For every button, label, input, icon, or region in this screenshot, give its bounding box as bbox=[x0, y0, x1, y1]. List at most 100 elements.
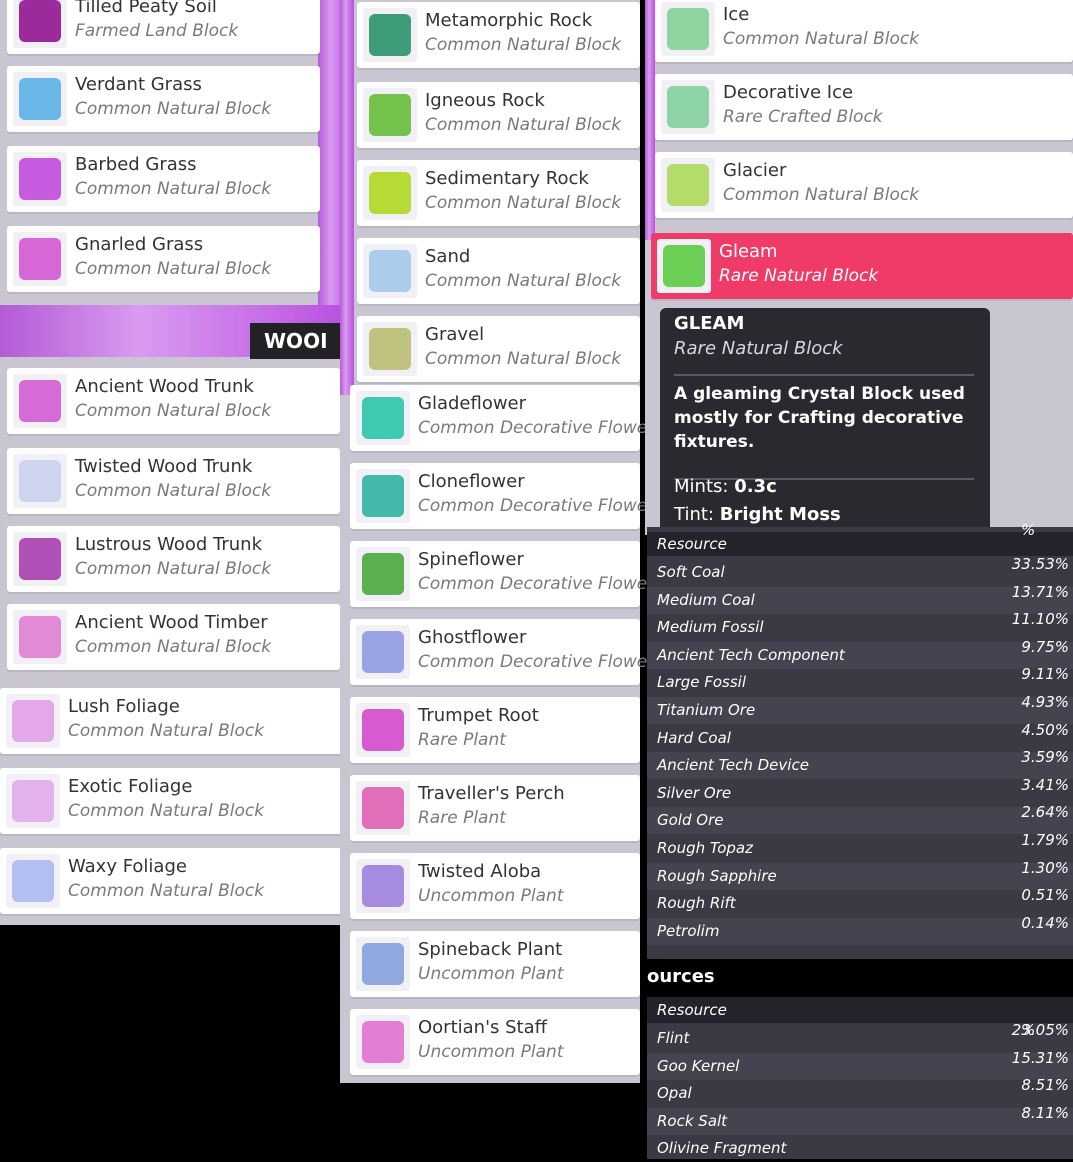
block-subtitle: Farmed Land Block bbox=[75, 21, 239, 41]
resource-table-2: Resource % Flint 23.05% Goo Kernel 15.31% Op… bbox=[647, 997, 1073, 1159]
block-cube-icon bbox=[362, 865, 404, 907]
block-name: Ancient Wood Timber bbox=[75, 612, 268, 633]
block-subtitle: Common Decorative Flowe bbox=[418, 652, 648, 672]
block-subtitle: Common Natural Block bbox=[75, 259, 272, 279]
block-list-item[interactable]: Trumpet Root Rare Plant bbox=[350, 697, 640, 763]
block-cube-icon bbox=[667, 164, 709, 206]
resource-name: Titanium Ore bbox=[657, 701, 756, 719]
block-list-item[interactable]: Ancient Wood Trunk Common Natural Block bbox=[7, 368, 340, 434]
block-list-item[interactable]: Gladeflower Common Decorative Flowe bbox=[350, 385, 647, 451]
block-thumbnail-icon bbox=[13, 454, 67, 508]
category-tab-wood[interactable]: WOOI bbox=[250, 323, 340, 359]
block-thumbnail-icon bbox=[356, 1015, 410, 1069]
block-list-item[interactable]: Gravel Common Natural Block bbox=[357, 316, 640, 382]
block-list-item[interactable]: Ice Common Natural Block bbox=[655, 0, 1073, 62]
block-list-item[interactable]: Gleam Rare Natural Block bbox=[651, 233, 1073, 299]
block-thumbnail-icon bbox=[356, 469, 410, 523]
block-list-item[interactable]: Lush Foliage Common Natural Block bbox=[0, 688, 346, 754]
block-cube-icon bbox=[369, 250, 411, 292]
block-cube-icon bbox=[667, 8, 709, 50]
block-list-item[interactable]: Sand Common Natural Block bbox=[357, 238, 640, 304]
block-subtitle: Common Natural Block bbox=[425, 35, 622, 55]
block-name: Ice bbox=[723, 4, 750, 25]
block-thumbnail-icon bbox=[356, 781, 410, 835]
resource-name: Soft Coal bbox=[657, 563, 725, 581]
resource-name: Opal bbox=[657, 1084, 692, 1102]
resource-name: Large Fossil bbox=[657, 673, 747, 692]
block-name: Decorative Ice bbox=[723, 82, 854, 103]
block-cube-icon bbox=[12, 780, 54, 822]
block-subtitle: Common Natural Block bbox=[68, 721, 265, 741]
resource-percent: 9.11% bbox=[1021, 665, 1069, 684]
block-list-item[interactable]: Spineback Plant Uncommon Plant bbox=[350, 931, 640, 997]
block-cube-icon bbox=[19, 460, 61, 502]
block-thumbnail-icon bbox=[657, 239, 711, 293]
block-subtitle: Common Natural Block bbox=[75, 559, 272, 579]
block-name: Sedimentary Rock bbox=[425, 168, 589, 189]
block-list-item[interactable]: Decorative Ice Rare Crafted Block bbox=[655, 74, 1073, 140]
block-list-item[interactable]: Igneous Rock Common Natural Block bbox=[357, 82, 640, 148]
tooltip-subtitle: Rare Natural Block bbox=[674, 338, 843, 359]
block-list-item[interactable]: Metamorphic Rock Common Natural Block bbox=[357, 2, 640, 68]
block-name: Traveller's Perch bbox=[418, 783, 565, 804]
block-cube-icon bbox=[362, 397, 404, 439]
block-thumbnail-icon bbox=[13, 72, 67, 126]
resource-name: Gold Ore bbox=[657, 811, 724, 830]
resource-name: Flint bbox=[657, 1029, 690, 1047]
block-list-item[interactable]: Ghostflower Common Decorative Flowe bbox=[350, 619, 647, 685]
block-list-item[interactable]: Oortian's Staff Uncommon Plant bbox=[350, 1009, 640, 1075]
block-thumbnail-icon bbox=[363, 88, 417, 142]
block-subtitle: Common Decorative Flowe bbox=[418, 496, 648, 516]
block-list-item[interactable]: Waxy Foliage Common Natural Block bbox=[0, 848, 346, 914]
header-resource: Resource bbox=[657, 1001, 727, 1019]
block-name: Metamorphic Rock bbox=[425, 10, 593, 31]
tooltip-title: GLEAM bbox=[674, 313, 745, 334]
block-cube-icon bbox=[362, 553, 404, 595]
block-subtitle: Common Natural Block bbox=[75, 99, 272, 119]
resource-percent: 33.53% bbox=[1011, 555, 1069, 573]
block-name: Twisted Aloba bbox=[418, 861, 542, 882]
block-list-item[interactable]: Cloneflower Common Decorative Flowe bbox=[350, 463, 647, 529]
block-list-item[interactable]: Spineflower Common Decorative Flowe bbox=[350, 541, 647, 607]
block-thumbnail-icon bbox=[356, 859, 410, 913]
block-cube-icon bbox=[19, 380, 61, 422]
block-thumbnail-icon bbox=[356, 703, 410, 757]
block-subtitle: Common Natural Block bbox=[68, 801, 265, 821]
block-subtitle: Common Natural Block bbox=[75, 637, 272, 657]
block-list-item[interactable]: Glacier Common Natural Block bbox=[655, 152, 1073, 218]
block-list-item[interactable]: Twisted Aloba Uncommon Plant bbox=[350, 853, 640, 919]
block-list-item[interactable]: Twisted Wood Trunk Common Natural Block bbox=[7, 448, 340, 514]
block-list-item[interactable]: Ancient Wood Timber Common Natural Block bbox=[7, 604, 340, 670]
resource-percent: 4.93% bbox=[1021, 693, 1069, 711]
tooltip-tint: Tint: Bright Moss bbox=[674, 504, 841, 525]
block-list-item[interactable]: Barbed Grass Common Natural Block bbox=[7, 146, 320, 212]
block-list-item[interactable]: Traveller's Perch Rare Plant bbox=[350, 775, 640, 841]
block-list-item[interactable]: Lustrous Wood Trunk Common Natural Block bbox=[7, 526, 340, 592]
resource-name: Medium Coal bbox=[657, 590, 755, 609]
table-row bbox=[647, 1080, 1073, 1107]
mints-value: 0.3c bbox=[734, 476, 777, 497]
block-subtitle: Rare Plant bbox=[418, 730, 506, 750]
block-cube-icon bbox=[12, 700, 54, 742]
block-name: Twisted Wood Trunk bbox=[75, 456, 253, 477]
block-subtitle: Uncommon Plant bbox=[418, 886, 564, 906]
block-subtitle: Rare Crafted Block bbox=[723, 107, 883, 127]
block-subtitle: Common Natural Block bbox=[75, 179, 272, 199]
block-list-item[interactable]: Gnarled Grass Common Natural Block bbox=[7, 226, 320, 292]
block-subtitle: Common Decorative Flowe bbox=[418, 574, 648, 594]
header-resource: Resource bbox=[657, 535, 727, 553]
resource-name: Rough Sapphire bbox=[657, 866, 777, 885]
block-list-item[interactable]: Sedimentary Rock Common Natural Block bbox=[357, 160, 640, 226]
block-name: Verdant Grass bbox=[75, 74, 202, 95]
block-list-item[interactable]: Exotic Foliage Common Natural Block bbox=[0, 768, 346, 834]
block-thumbnail-icon bbox=[6, 694, 60, 748]
resource-percent: 11.10% bbox=[1011, 610, 1069, 629]
block-list-item[interactable]: Verdant Grass Common Natural Block bbox=[7, 66, 320, 132]
block-thumbnail-icon bbox=[13, 0, 67, 48]
block-thumbnail-icon bbox=[13, 610, 67, 664]
block-name: Spineback Plant bbox=[418, 939, 563, 960]
block-subtitle: Common Natural Block bbox=[68, 881, 265, 901]
resource-percent: 2.64% bbox=[1021, 803, 1069, 822]
block-list-item[interactable]: Tilled Peaty Soil Farmed Land Block bbox=[7, 0, 320, 54]
block-subtitle: Uncommon Plant bbox=[418, 1042, 564, 1062]
